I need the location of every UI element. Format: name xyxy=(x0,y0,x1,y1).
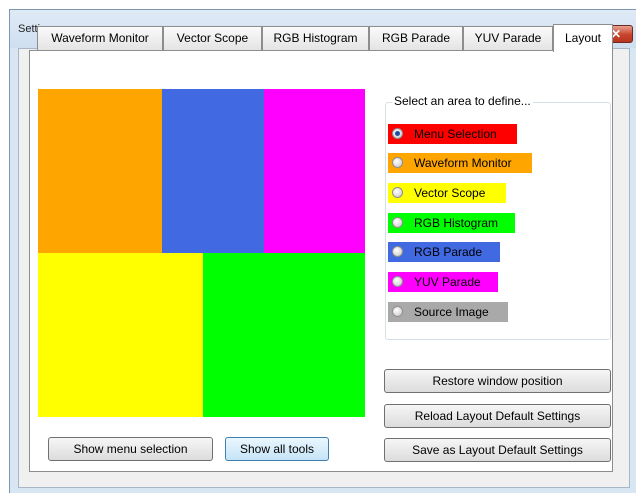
radio-source-image[interactable]: Source Image xyxy=(388,302,508,322)
preview-waveform-monitor[interactable] xyxy=(38,89,162,253)
tab-yuv-parade[interactable]: YUV Parade xyxy=(463,26,553,50)
preview-yuv-parade[interactable] xyxy=(264,89,365,253)
radio-button-icon xyxy=(392,246,403,257)
show-all-tools-button[interactable]: Show all tools xyxy=(225,437,329,461)
show-menu-selection-button[interactable]: Show menu selection xyxy=(48,437,213,461)
tab-label: RGB Parade xyxy=(381,31,451,45)
radio-vector-scope[interactable]: Vector Scope xyxy=(388,183,506,203)
area-group-caption: Select an area to define... xyxy=(392,94,533,108)
radio-yuv-parade[interactable]: YUV Parade xyxy=(388,272,498,292)
tab-vector-scope[interactable]: Vector Scope xyxy=(163,26,262,50)
radio-button-icon xyxy=(392,187,403,198)
preview-vector-scope[interactable] xyxy=(38,253,203,417)
tab-rgb-histogram[interactable]: RGB Histogram xyxy=(262,26,369,50)
reload-layout-defaults-button[interactable]: Reload Layout Default Settings xyxy=(384,404,611,428)
tab-waveform-monitor[interactable]: Waveform Monitor xyxy=(37,26,163,50)
radio-waveform-monitor[interactable]: Waveform Monitor xyxy=(388,153,532,173)
radio-menu-selection[interactable]: Menu Selection xyxy=(388,124,517,144)
tab-layout[interactable]: Layout xyxy=(553,24,613,52)
tab-label: YUV Parade xyxy=(474,31,542,45)
radio-label: Source Image xyxy=(414,305,489,319)
radio-label: Waveform Monitor xyxy=(414,156,512,170)
radio-rgb-histogram[interactable]: RGB Histogram xyxy=(388,213,515,233)
radio-label: Vector Scope xyxy=(414,186,486,200)
radio-label: Menu Selection xyxy=(414,127,497,141)
radio-button-icon xyxy=(392,276,403,287)
radio-button-icon xyxy=(392,157,403,168)
radio-rgb-parade[interactable]: RGB Parade xyxy=(388,242,500,262)
tab-label: Waveform Monitor xyxy=(51,31,149,45)
tab-label: RGB Histogram xyxy=(273,31,358,45)
preview-rgb-parade[interactable] xyxy=(162,89,264,253)
radio-button-icon xyxy=(392,306,403,317)
tab-label: Vector Scope xyxy=(176,31,249,45)
radio-label: RGB Parade xyxy=(414,245,483,259)
save-layout-defaults-button[interactable]: Save as Layout Default Settings xyxy=(384,438,611,462)
tab-label: Layout xyxy=(564,31,602,45)
preview-rgb-histogram[interactable] xyxy=(203,253,365,417)
radio-label: YUV Parade xyxy=(414,275,481,289)
radio-label: RGB Histogram xyxy=(414,216,499,230)
radio-button-checked-icon xyxy=(392,128,403,139)
restore-window-position-button[interactable]: Restore window position xyxy=(384,369,611,393)
radio-button-icon xyxy=(392,217,403,228)
tab-rgb-parade[interactable]: RGB Parade xyxy=(369,26,463,50)
layout-preview[interactable] xyxy=(38,89,365,417)
